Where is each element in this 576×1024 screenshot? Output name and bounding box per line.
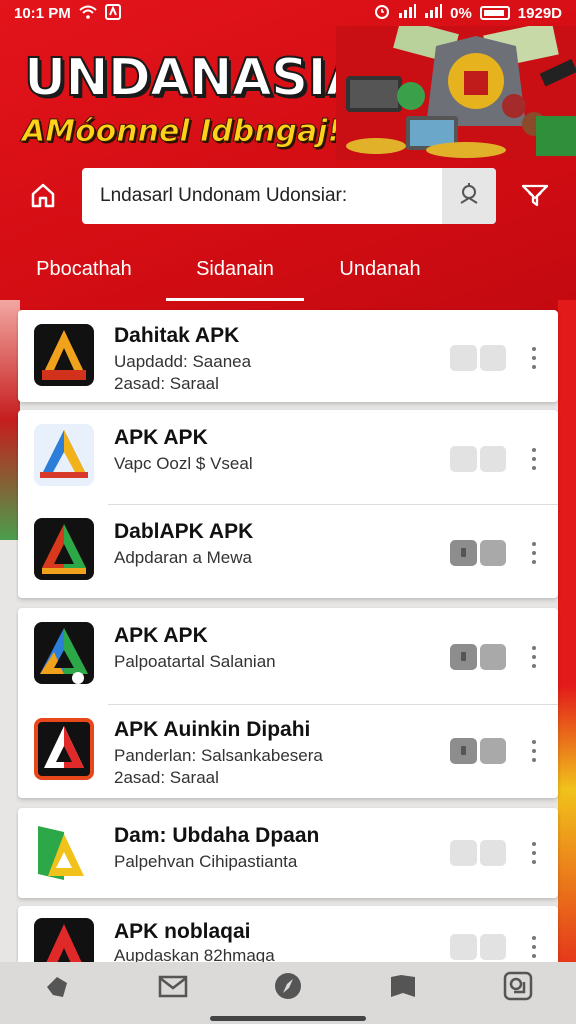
nav-bookmark[interactable] [381,966,425,1010]
app-list: Dahitak APK Uapdadd: Saanea 2asad: Saraa… [16,306,562,962]
banner-subtitle: AMóonnel Idbngaj!! [22,114,356,150]
banner-title: UNDANASIA [23,47,367,109]
app-toggle[interactable] [450,345,506,371]
home-button[interactable] [22,176,64,218]
more-icon[interactable] [526,840,542,866]
active-tab-indicator [166,298,304,301]
signal-icon [398,4,417,22]
battery-icon [479,6,510,20]
app-detail-secondary: 2asad: Saraal [114,768,219,787]
list-item[interactable]: APK noblaqai Aupdaskan 82hmaga [18,906,558,962]
app-toggle[interactable] [450,540,506,566]
search-bar [82,168,496,224]
app-toggle[interactable] [450,644,506,670]
list-item[interactable]: APK Auinkin Dipahi Panderlan: Salsankabe… [18,704,558,798]
home-indicator[interactable] [210,1016,366,1021]
list-item[interactable]: APK APK Palpoatartal Salanian [18,608,558,704]
status-time: 10:1 PM [14,4,71,22]
list-item[interactable]: Dam: Ubdaha Dpaan Palpehvan Cihipastiant… [18,808,558,898]
wifi-icon [79,5,97,22]
alarm-icon [374,3,390,23]
app-icon [34,424,94,486]
app-icon [34,518,94,580]
status-right-text: 1929D [517,4,562,22]
app-toggle[interactable] [450,738,506,764]
nav-mail[interactable] [151,966,195,1010]
list-item[interactable]: Dahitak APK Uapdadd: Saanea 2asad: Saraa… [18,310,558,402]
app-name: APK noblaqai [114,920,251,943]
more-icon[interactable] [526,934,542,960]
mail-icon [157,971,189,1006]
app-detail: Vapc Oozl $ Vseal [114,454,253,473]
list-item[interactable]: DablAPK APK Adpdaran a Mewa [18,504,558,598]
search-button[interactable] [442,168,496,224]
app-toggle[interactable] [450,446,506,472]
tab-sidanain[interactable]: Sidanain [166,238,304,300]
more-icon[interactable] [526,540,542,566]
apps-icon [502,970,534,1007]
battery-percent: 0% [450,4,472,22]
notification-icon [104,3,121,23]
list-item[interactable]: APK APK Vapc Oozl $ Vseal [18,410,558,504]
compass-icon [272,970,304,1007]
tab-pbocathah[interactable]: Pbocathah [14,238,154,300]
app-detail-secondary: 2asad: Saraal [114,374,219,393]
app-name: DablAPK APK [114,520,254,543]
app-toggle[interactable] [450,934,506,960]
app-icon [34,622,94,684]
bookmark-icon [388,971,418,1006]
filter-icon [520,181,550,214]
category-tabs: Pbocathah Sidanain Undanah [0,238,576,301]
search-input[interactable] [82,168,442,224]
home-icon [29,181,57,214]
bottom-navigation [0,962,576,1024]
signal-icon-2 [424,4,443,22]
app-icon [34,718,94,780]
app-detail: Palpehvan Cihipastianta [114,852,298,871]
more-icon[interactable] [526,446,542,472]
banner-illustration [336,26,576,160]
app-detail: Aupdaskan 82hmaga [114,946,275,962]
promo-banner[interactable]: UNDANASIA AMóonnel Idbngaj!! [0,26,576,160]
app-name: APK APK [114,624,208,647]
app-icon [34,324,94,386]
app-icon [34,822,94,884]
status-bar: 10:1 PM 0% 1929D [0,0,576,26]
app-toggle[interactable] [450,840,506,866]
app-detail: Panderlan: Salsankabesera [114,746,323,765]
nav-compass[interactable] [266,966,310,1010]
more-icon[interactable] [526,644,542,670]
search-icon [457,182,481,211]
more-icon[interactable] [526,345,542,371]
header-row [0,164,576,226]
nav-apps[interactable] [496,966,540,1010]
app-detail: Uapdadd: Saanea [114,352,252,371]
app-name: Dahitak APK [114,324,240,347]
filter-button[interactable] [514,176,556,218]
app-name: APK APK [114,426,208,449]
more-icon[interactable] [526,738,542,764]
tab-undanah[interactable]: Undanah [310,238,450,300]
app-detail: Palpoatartal Salanian [114,652,276,671]
nav-brush[interactable] [36,966,80,1010]
app-detail: Adpdaran a Mewa [114,548,252,567]
brush-icon [43,971,73,1006]
app-name: Dam: Ubdaha Dpaan [114,824,320,847]
app-icon [34,918,94,962]
app-name: APK Auinkin Dipahi [114,718,311,741]
